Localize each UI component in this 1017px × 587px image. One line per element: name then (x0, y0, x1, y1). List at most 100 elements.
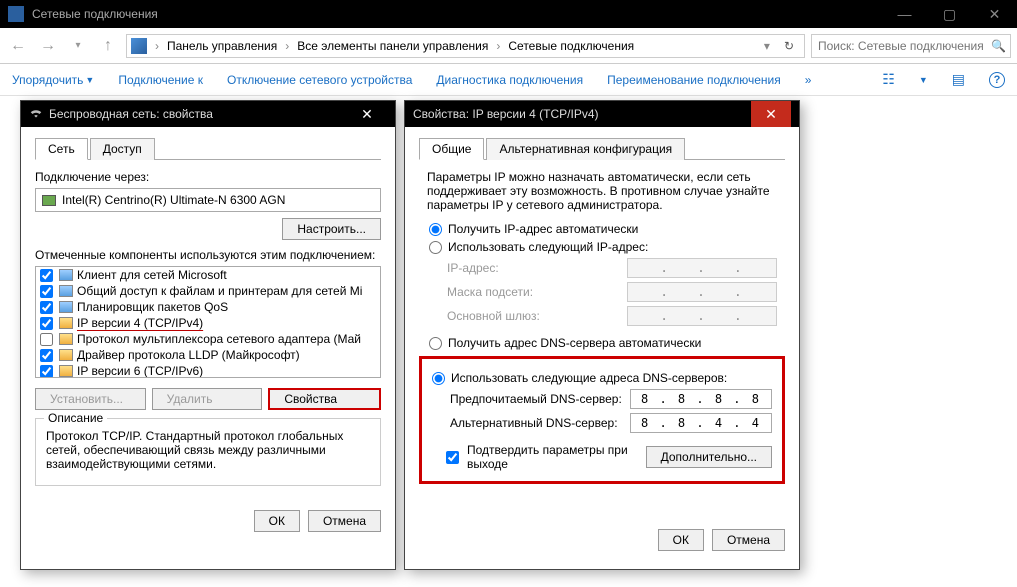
control-panel-icon (131, 38, 147, 54)
window-titlebar: Сетевые подключения — ▢ ✕ (0, 0, 1017, 28)
client-icon (59, 269, 73, 281)
component-checkbox[interactable] (40, 269, 53, 282)
organize-menu[interactable]: Упорядочить ▼ (12, 73, 94, 87)
disable-device-button[interactable]: Отключение сетевого устройства (227, 73, 412, 87)
preferred-dns-input[interactable]: 8 . 8 . 8 . 8 (630, 389, 772, 409)
components-label: Отмеченные компоненты используются этим … (35, 248, 381, 262)
dialog-titlebar[interactable]: Свойства: IP версии 4 (TCP/IPv4) ✕ (405, 101, 799, 127)
nav-up-icon[interactable]: ↑ (96, 34, 120, 58)
organize-label: Упорядочить (12, 73, 83, 87)
breadcrumb[interactable]: › Панель управления › Все элементы панел… (126, 34, 805, 58)
chevron-right-icon: › (153, 39, 161, 53)
chevron-right-icon: › (283, 39, 291, 53)
radio-auto-ip-label: Получить IP-адрес автоматически (448, 222, 638, 236)
component-row[interactable]: IP версии 4 (TCP/IPv4) (36, 315, 380, 331)
preview-pane-icon[interactable]: ▤ (952, 71, 965, 88)
component-checkbox[interactable] (40, 301, 53, 314)
cancel-button[interactable]: Отмена (712, 529, 785, 551)
search-input[interactable] (816, 38, 991, 54)
nav-forward-icon[interactable]: → (36, 34, 60, 58)
ipv4-properties-dialog: Свойства: IP версии 4 (TCP/IPv4) ✕ Общие… (404, 100, 800, 570)
ip-address-input: . . . (627, 258, 777, 278)
breadcrumb-seg[interactable]: Панель управления (167, 39, 277, 53)
close-icon[interactable]: ✕ (347, 101, 387, 127)
component-row[interactable]: Клиент для сетей Microsoft (36, 267, 380, 283)
breadcrumb-seg[interactable]: Сетевые подключения (508, 39, 634, 53)
connect-via-label: Подключение через: (35, 170, 381, 184)
tab-network[interactable]: Сеть (35, 138, 88, 160)
wifi-icon (29, 107, 43, 121)
chevron-down-icon[interactable]: ▼ (919, 75, 928, 85)
chevron-down-icon: ▼ (85, 75, 94, 85)
tab-general[interactable]: Общие (419, 138, 484, 160)
search-box[interactable]: 🔍 (811, 34, 1011, 58)
component-checkbox[interactable] (40, 285, 53, 298)
radio-static-dns[interactable] (432, 372, 445, 385)
minimize-button[interactable]: — (882, 0, 927, 28)
dialog-titlebar[interactable]: Беспроводная сеть: свойства ✕ (21, 101, 395, 127)
rename-button[interactable]: Переименование подключения (607, 73, 781, 87)
adapter-properties-dialog: Беспроводная сеть: свойства ✕ Сеть Досту… (20, 100, 396, 570)
component-checkbox[interactable] (40, 365, 53, 378)
component-checkbox[interactable] (40, 333, 53, 346)
alternate-dns-input[interactable]: 8 . 8 . 4 . 4 (630, 413, 772, 433)
component-label: Клиент для сетей Microsoft (77, 268, 227, 282)
component-label: Общий доступ к файлам и принтерам для се… (77, 284, 362, 298)
gateway-input: . . . (627, 306, 777, 326)
breadcrumb-seg[interactable]: Все элементы панели управления (297, 39, 488, 53)
confirm-on-exit-checkbox[interactable] (446, 451, 459, 464)
connect-to-button[interactable]: Подключение к (118, 73, 203, 87)
tab-alt-config[interactable]: Альтернативная конфигурация (486, 138, 685, 160)
chevron-down-icon[interactable]: ▾ (762, 39, 772, 53)
dialog-title: Беспроводная сеть: свойства (49, 107, 347, 121)
protocol-icon (59, 365, 73, 377)
gateway-label: Основной шлюз: (447, 309, 627, 323)
help-icon[interactable]: ? (989, 72, 1005, 88)
description-legend: Описание (44, 411, 107, 425)
radio-static-dns-label: Использовать следующие адреса DNS-сервер… (451, 371, 727, 385)
component-row[interactable]: Общий доступ к файлам и принтерам для се… (36, 283, 380, 299)
ok-button[interactable]: ОК (658, 529, 704, 551)
component-row[interactable]: Протокол мультиплексора сетевого адаптер… (36, 331, 380, 347)
configure-button[interactable]: Настроить... (282, 218, 381, 240)
content-area: Беспроводная сеть: свойства ✕ Сеть Досту… (0, 96, 1017, 587)
close-icon[interactable]: ✕ (751, 101, 791, 127)
component-row[interactable]: IP версии 6 (TCP/IPv6) (36, 363, 380, 378)
chevron-right-icon: › (494, 39, 502, 53)
ok-button[interactable]: ОК (254, 510, 300, 532)
nav-history-icon[interactable]: ▾ (66, 34, 90, 58)
dns-highlight-box: Использовать следующие адреса DNS-сервер… (419, 356, 785, 484)
nav-back-icon[interactable]: ← (6, 34, 30, 58)
radio-auto-ip[interactable] (429, 223, 442, 236)
tab-strip: Общие Альтернативная конфигурация (419, 137, 785, 160)
radio-static-ip[interactable] (429, 241, 442, 254)
protocol-icon (59, 349, 73, 361)
uninstall-button[interactable]: Удалить (152, 388, 263, 410)
tab-strip: Сеть Доступ (35, 137, 381, 160)
toolbar-overflow-icon[interactable]: » (805, 73, 812, 87)
close-button[interactable]: ✕ (972, 0, 1017, 28)
protocol-icon (59, 333, 73, 345)
radio-auto-dns[interactable] (429, 337, 442, 350)
app-icon (8, 6, 24, 22)
view-icon[interactable]: ☷ (882, 71, 895, 88)
tab-access[interactable]: Доступ (90, 138, 155, 160)
component-row[interactable]: Драйвер протокола LLDP (Майкрософт) (36, 347, 380, 363)
advanced-button[interactable]: Дополнительно... (646, 446, 772, 468)
properties-button[interactable]: Свойства (268, 388, 381, 410)
component-row[interactable]: Планировщик пакетов QoS (36, 299, 380, 315)
maximize-button[interactable]: ▢ (927, 0, 972, 28)
adapter-name: Intel(R) Centrino(R) Ultimate-N 6300 AGN (62, 193, 285, 207)
component-label: Планировщик пакетов QoS (77, 300, 228, 314)
diagnose-button[interactable]: Диагностика подключения (436, 73, 583, 87)
components-list[interactable]: Клиент для сетей Microsoft Общий доступ к… (35, 266, 381, 378)
subnet-mask-input: . . . (627, 282, 777, 302)
search-icon[interactable]: 🔍 (991, 39, 1006, 53)
component-label: IP версии 6 (TCP/IPv6) (77, 364, 203, 378)
component-label: IP версии 4 (TCP/IPv4) (77, 316, 203, 330)
component-checkbox[interactable] (40, 317, 53, 330)
install-button[interactable]: Установить... (35, 388, 146, 410)
cancel-button[interactable]: Отмена (308, 510, 381, 532)
component-checkbox[interactable] (40, 349, 53, 362)
refresh-icon[interactable]: ↻ (778, 39, 800, 53)
